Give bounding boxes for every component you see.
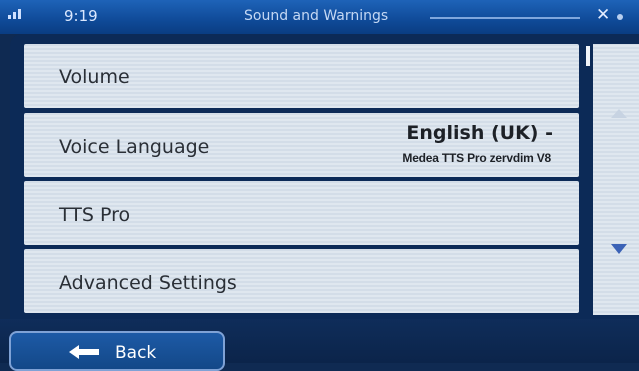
status-bar: 9:19 Sound and Warnings ✕: [0, 0, 639, 34]
menu-item-label: TTS Pro: [59, 204, 131, 226]
voice-language-subvalue: Medea TTS Pro zervdim V8: [402, 151, 551, 165]
menu-item-label: Advanced Settings: [59, 272, 237, 294]
back-button[interactable]: Back: [9, 331, 225, 371]
scrollbar[interactable]: [593, 44, 639, 315]
menu-item-voice-language[interactable]: Voice Language English (UK) - Medea TTS …: [24, 113, 579, 177]
scroll-down-icon[interactable]: [611, 244, 627, 254]
gps-status-icon: [617, 14, 623, 20]
title-divider: [430, 17, 580, 19]
clock: 9:19: [64, 7, 98, 25]
menu-item-advanced-settings[interactable]: Advanced Settings: [24, 249, 579, 313]
close-icon[interactable]: ✕: [596, 5, 610, 25]
back-label: Back: [115, 343, 157, 363]
signal-icon: [8, 9, 22, 19]
scroll-thumb[interactable]: [586, 46, 590, 66]
menu-item-label: Volume: [59, 66, 130, 88]
menu-item-label: Voice Language: [59, 136, 210, 158]
menu-item-volume[interactable]: Volume: [24, 44, 579, 108]
back-arrow-icon: [69, 345, 99, 359]
settings-list: Volume Voice Language English (UK) - Med…: [24, 44, 579, 315]
menu-item-tts-pro[interactable]: TTS Pro: [24, 181, 579, 245]
voice-language-value: English (UK) -: [406, 122, 553, 144]
scroll-up-icon[interactable]: [611, 109, 627, 118]
page-title: Sound and Warnings: [244, 8, 389, 24]
